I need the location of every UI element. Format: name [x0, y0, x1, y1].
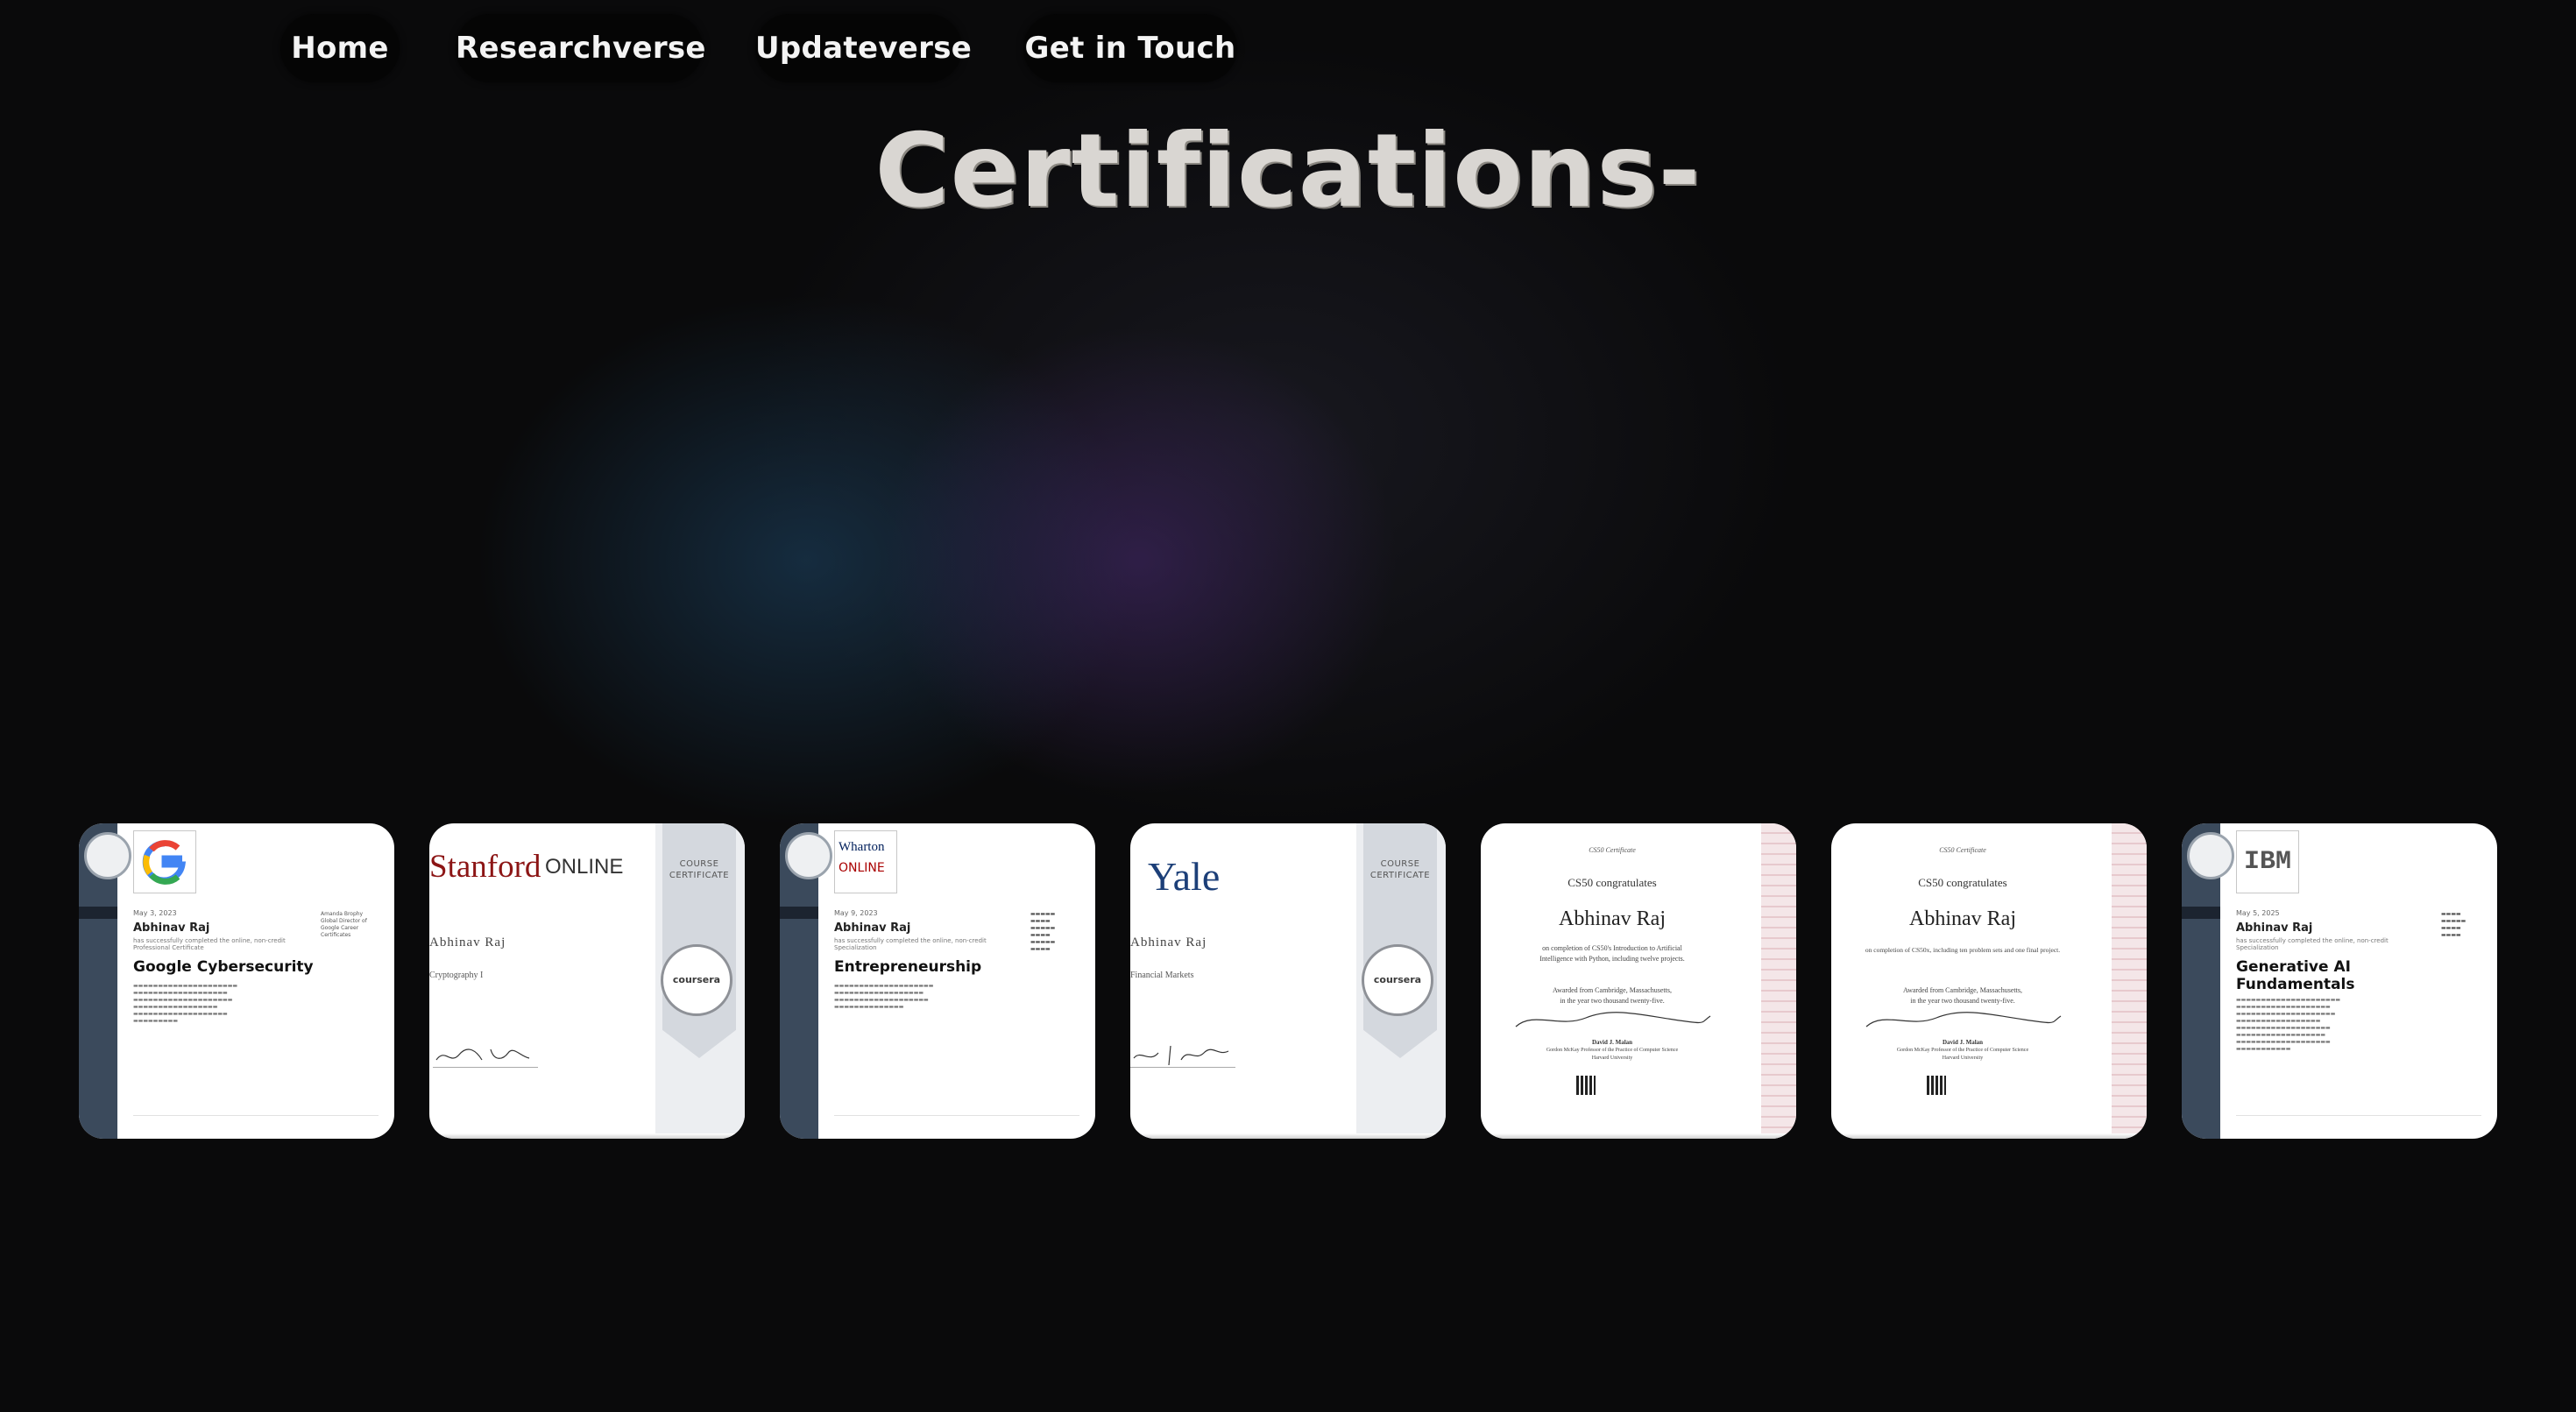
certificate-carousel[interactable]: May 3, 2023 Abhinav Raj has successfully… [79, 823, 2497, 1139]
signature [1130, 1042, 1235, 1068]
nav-get-in-touch-link[interactable]: Get in Touch [1023, 14, 1237, 82]
signature [433, 1042, 538, 1068]
wharton-wordmark: Wharton [839, 840, 885, 854]
coursera-seal-icon [84, 832, 131, 879]
qr-code-icon [1927, 1076, 1946, 1095]
coursera-seal-icon: coursera [1362, 944, 1433, 1016]
signer-title: Gordon McKay Professor of the Practice o… [1896, 1048, 2029, 1053]
certificate-subtitle: has successfully completed the online, n… [834, 937, 987, 951]
wharton-online-label: ONLINE [839, 861, 885, 875]
wharton-logo-icon: Wharton ONLINE [834, 830, 897, 893]
recipient-name: Abhinav Raj [1130, 935, 1207, 950]
course-description: ▬▬▬▬▬▬▬▬▬▬▬▬▬▬▬▬▬▬▬▬▬▬▬▬▬▬▬▬▬▬▬▬▬▬▬▬▬▬▬▬… [834, 983, 934, 1010]
yale-wordmark: Yale [1148, 854, 1221, 899]
certificate-congrats: CS50 congratulates [1568, 876, 1657, 889]
certificate-card-yale-financial-markets[interactable]: Yale COURSE CERTIFICATE coursera Abhinav… [1130, 823, 1446, 1139]
awarded-line-2: in the year two thousand twenty-five. [1910, 997, 2015, 1005]
certificate-card-google-cybersecurity[interactable]: May 3, 2023 Abhinav Raj has successfully… [79, 823, 394, 1139]
certificate-small-heading: CS50 Certificate [1589, 846, 1636, 854]
certificate-small-heading: CS50 Certificate [1939, 846, 1986, 854]
ribbon-band [2182, 907, 2220, 919]
signer-name: David J. Malan [1591, 1039, 1633, 1046]
course-title: Cryptography I [429, 971, 484, 980]
page-title: Certifications- [874, 112, 1702, 230]
signer-block: Amanda Brophy Global Director of Google … [321, 911, 367, 938]
course-title: Entrepreneurship [834, 958, 982, 976]
stanford-wordmark: Stanford [429, 849, 541, 885]
course-description: ▬▬▬▬▬▬▬▬▬▬▬▬▬▬▬▬▬▬▬▬▬▬▬▬▬▬▬▬▬▬▬▬▬▬▬▬▬▬▬▬… [133, 983, 238, 1024]
course-description: ▬▬▬▬▬▬▬▬▬▬▬▬▬▬▬▬▬▬▬▬▬▬▬▬▬▬▬▬▬▬▬▬▬▬▬▬▬▬▬▬… [2236, 997, 2341, 1052]
recipient-name: Abhinav Raj [2236, 921, 2313, 935]
completion-line-1: on completion of CS50's Introduction to … [1542, 944, 1682, 952]
top-nav: Home Researchverse Updateverse Get in To… [0, 11, 2576, 86]
certificate-card-cs50x[interactable]: CS50 Certificate CS50 congratulates Abhi… [1831, 823, 2147, 1139]
signature [1858, 1006, 2068, 1032]
harvard-tower-icon [2112, 823, 2147, 1139]
course-certificate-label: COURSE CERTIFICATE [1369, 859, 1431, 880]
recipient-name: Abhinav Raj [429, 935, 506, 950]
course-title: Google Cybersecurity [133, 958, 314, 976]
awarded-line-1: Awarded from Cambridge, Massachusetts, [1553, 986, 1672, 994]
card-edge [1481, 1133, 1796, 1139]
signer-name: David J. Malan [1942, 1039, 1984, 1046]
coursera-seal-icon [2187, 832, 2234, 879]
card-edge [1130, 1133, 1446, 1139]
awarded-line-1: Awarded from Cambridge, Massachusetts, [1903, 986, 2022, 994]
stanford-online-label: ONLINE [545, 855, 624, 879]
certificate-card-ibm-generative-ai[interactable]: IBM May 5, 2025 Abhinav Raj has successf… [2182, 823, 2497, 1139]
course-certificate-label: COURSE CERTIFICATE [669, 859, 730, 880]
certificate-card-wharton-entrepreneurship[interactable]: Wharton ONLINE May 9, 2023 Abhinav Raj h… [780, 823, 1095, 1139]
certificate-date: May 3, 2023 [133, 909, 177, 917]
signer-org: Harvard University [1942, 1055, 1984, 1061]
ibm-logo-icon: IBM [2236, 830, 2299, 893]
awarded-line-2: in the year two thousand twenty-five. [1560, 997, 1665, 1005]
ribbon-band [79, 907, 117, 919]
certificate-card-stanford-cryptography[interactable]: Stanford ONLINE COURSE CERTIFICATE cours… [429, 823, 745, 1139]
signer-org: Harvard University [1591, 1055, 1633, 1061]
completion-line-1: on completion of CS50x, including ten pr… [1865, 946, 2061, 954]
harvard-tower-icon [1761, 823, 1796, 1139]
qr-code-icon [1576, 1076, 1596, 1095]
nav-updateverse-link[interactable]: Updateverse [755, 14, 972, 82]
recipient-name: Abhinav Raj [1559, 907, 1666, 930]
recipient-name: Abhinav Raj [834, 921, 911, 935]
recipient-name: Abhinav Raj [133, 921, 210, 935]
certificate-footer [133, 1115, 379, 1130]
coursera-seal-icon [785, 832, 832, 879]
recipient-name: Abhinav Raj [1909, 907, 2016, 930]
certificate-card-cs50-ai[interactable]: CS50 Certificate CS50 congratulates Abhi… [1481, 823, 1796, 1139]
signer-title: Gordon McKay Professor of the Practice o… [1546, 1048, 1679, 1053]
card-edge [429, 1133, 745, 1139]
course-panel: COURSE CERTIFICATE coursera [1356, 823, 1446, 1139]
course-panel: COURSE CERTIFICATE coursera [655, 823, 745, 1139]
certificate-footer [2236, 1115, 2481, 1130]
nav-home-link[interactable]: Home [280, 14, 400, 82]
nav-researchverse-link[interactable]: Researchverse [456, 14, 705, 82]
certificate-congrats: CS50 congratulates [1918, 876, 2007, 889]
certificate-subtitle: has successfully completed the online, n… [133, 937, 286, 951]
signer-block: ▬▬▬▬ ▬▬▬▬▬ ▬▬▬▬ ▬▬▬▬ [2441, 911, 2466, 938]
google-logo-icon [133, 830, 196, 893]
certificate-subtitle: has successfully completed the online, n… [2236, 937, 2388, 951]
certificate-date: May 5, 2025 [2236, 909, 2280, 917]
completion-line-2: Intelligence with Python, including twel… [1539, 955, 1685, 963]
ribbon-band [780, 907, 818, 919]
certificate-date: May 9, 2023 [834, 909, 878, 917]
signature [1507, 1006, 1717, 1032]
coursera-seal-icon: coursera [661, 944, 732, 1016]
course-title: Financial Markets [1130, 971, 1194, 980]
signer-block: ▬▬▬▬▬ ▬▬▬▬ ▬▬▬▬▬ ▬▬▬▬ ▬▬▬▬▬ ▬▬▬▬ [1030, 911, 1056, 952]
card-edge [1831, 1133, 2147, 1139]
course-title: Generative AI Fundamentals [2236, 958, 2355, 993]
certificate-footer [834, 1115, 1079, 1130]
